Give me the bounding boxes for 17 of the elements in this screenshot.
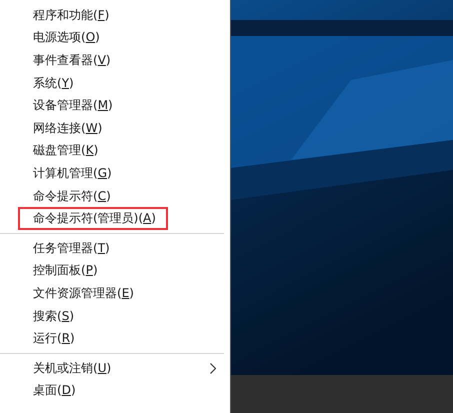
menu-item[interactable]: 文件资源管理器(E) bbox=[18, 282, 146, 305]
menu-item[interactable]: 命令提示符(C) bbox=[18, 184, 123, 208]
menu-item[interactable]: 运行(R) bbox=[18, 327, 87, 350]
menu-item[interactable]: 程序和功能(F) bbox=[18, 4, 122, 27]
menu-item[interactable]: 系统(Y) bbox=[18, 72, 86, 95]
menu-item[interactable]: 磁盘管理(K) bbox=[18, 139, 110, 162]
menu-item[interactable]: 控制面板(P) bbox=[18, 259, 110, 282]
menu-item[interactable]: 任务管理器(T) bbox=[18, 236, 122, 260]
menu-item[interactable]: 命令提示符(管理员)(A) bbox=[18, 207, 168, 230]
menu-item[interactable]: 电源选项(O) bbox=[18, 26, 112, 50]
menu-item[interactable]: 计算机管理(G) bbox=[18, 162, 124, 185]
menu-item[interactable]: 搜索(S) bbox=[18, 304, 86, 328]
menu-item[interactable]: 设备管理器(M) bbox=[18, 94, 125, 118]
menu-item[interactable]: 桌面(D) bbox=[18, 379, 88, 402]
menu-item[interactable]: 关机或注销(U) bbox=[18, 356, 124, 380]
menu-item[interactable]: 网络连接(W) bbox=[18, 116, 114, 140]
menu-item[interactable]: 事件查看器(V) bbox=[18, 48, 123, 72]
